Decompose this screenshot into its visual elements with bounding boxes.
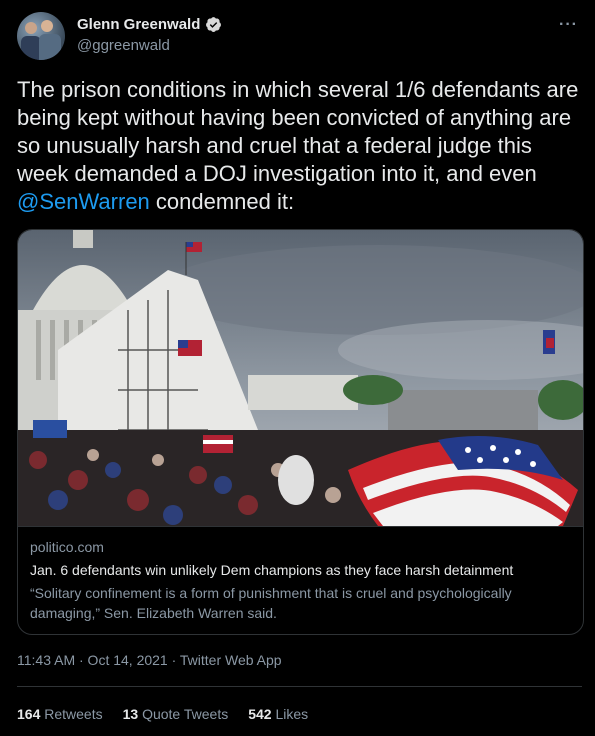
- tweet-timestamp[interactable]: 11:43 AM · Oct 14, 2021 · Twitter Web Ap…: [17, 652, 282, 668]
- retweets-label: Retweets: [44, 706, 103, 722]
- author-name-row: Glenn Greenwald: [77, 16, 222, 33]
- author-handle[interactable]: @ggreenwald: [77, 37, 170, 54]
- quote-tweets-stat[interactable]: 13 Quote Tweets: [123, 706, 229, 722]
- retweets-count: 164: [17, 706, 41, 722]
- tweet-stats: 164 Retweets 13 Quote Tweets 542 Likes: [17, 706, 308, 722]
- card-description: “Solitary confinement is a form of punis…: [30, 585, 512, 621]
- tweet-header: Glenn Greenwald @ggreenwald ···: [17, 12, 578, 62]
- card-image: [18, 230, 583, 526]
- verified-badge-icon: [206, 17, 222, 32]
- likes-stat[interactable]: 542 Likes: [248, 706, 308, 722]
- card-title: Jan. 6 defendants win unlikely Dem champ…: [30, 562, 514, 578]
- card-meta: politico.com Jan. 6 defendants win unlik…: [18, 526, 583, 634]
- divider: [17, 686, 582, 687]
- likes-count: 542: [248, 706, 272, 722]
- tweet-text: The prison conditions in which several 1…: [17, 76, 583, 216]
- tweet-text-part: condemned it:: [149, 189, 295, 214]
- mention-link[interactable]: @SenWarren: [17, 189, 150, 214]
- card-domain: politico.com: [30, 539, 104, 555]
- author-name[interactable]: Glenn Greenwald: [77, 16, 200, 33]
- tweet-text-part: The prison conditions in which several 1…: [17, 77, 579, 186]
- more-options-icon[interactable]: ···: [559, 16, 578, 34]
- link-card[interactable]: politico.com Jan. 6 defendants win unlik…: [17, 229, 584, 635]
- quote-tweets-count: 13: [122, 706, 139, 722]
- quote-tweets-label: Quote Tweets: [142, 706, 229, 722]
- likes-label: Likes: [275, 706, 309, 722]
- author-avatar[interactable]: [17, 12, 65, 60]
- retweets-stat[interactable]: 164 Retweets: [17, 706, 103, 722]
